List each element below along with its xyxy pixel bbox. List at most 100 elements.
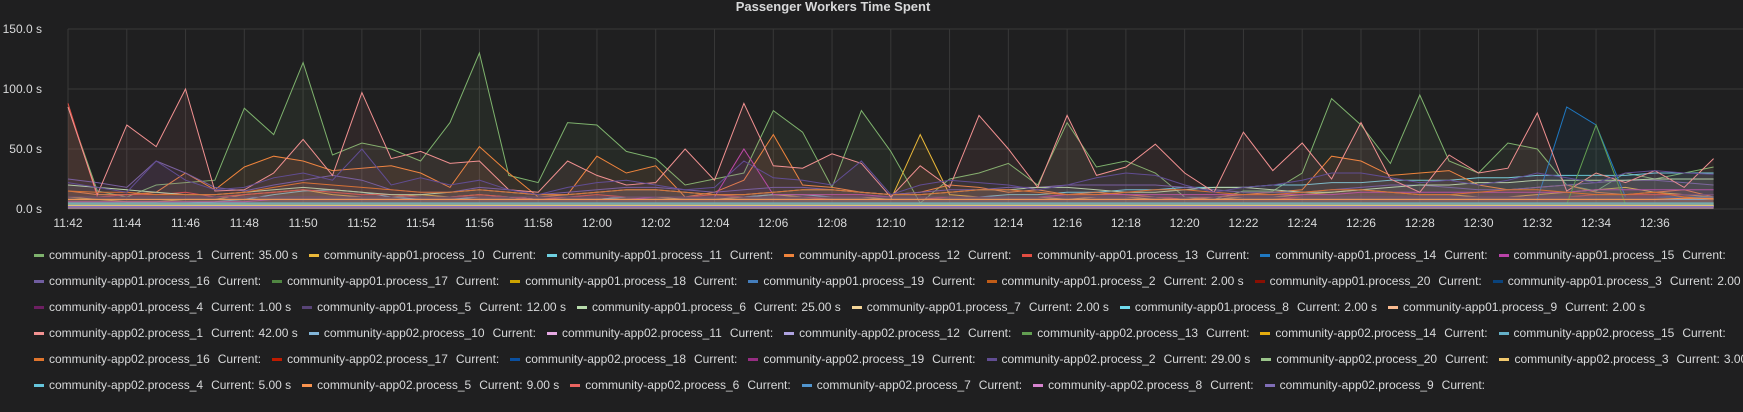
legend-series-name: community-app01.process_12	[799, 248, 960, 262]
legend-swatch	[748, 279, 759, 283]
legend-current-label: Current:	[479, 378, 523, 392]
legend-item[interactable]: community-app02.process_1 Current: 42.00 s	[34, 326, 298, 340]
legend-current-label: Current:	[729, 248, 774, 262]
legend-swatch	[748, 357, 759, 361]
legend-swatch	[34, 253, 44, 257]
legend-current-label: Current:	[932, 352, 976, 366]
legend-current-label: Current:	[492, 248, 536, 262]
legend-item[interactable]: community-app01.process_7 Current: 2.00 s	[851, 300, 1109, 314]
legend-current-label: Current:	[694, 274, 738, 288]
legend: community-app01.process_1 Current: 35.00 s…	[34, 242, 1743, 398]
legend-item[interactable]: community-app01.process_11 Current:	[546, 248, 774, 262]
legend-series-name: community-app02.process_16	[49, 352, 210, 366]
legend-series-name: community-app01.process_14	[1275, 248, 1437, 262]
legend-swatch	[576, 305, 587, 309]
legend-swatch	[34, 279, 44, 283]
legend-current-label: Current:	[217, 352, 262, 366]
legend-current-value: 2.00 s	[1717, 274, 1743, 288]
legend-item[interactable]: community-app01.process_19 Current:	[748, 274, 976, 288]
legend-item[interactable]: community-app02.process_17 Current:	[272, 352, 499, 366]
legend-item[interactable]: community-app01.process_10 Current:	[308, 248, 536, 262]
legend-item[interactable]: community-app02.process_7 Current:	[801, 378, 1022, 392]
legend-item[interactable]: community-app02.process_18 Current:	[510, 352, 737, 366]
legend-item[interactable]: community-app01.process_17 Current:	[272, 274, 499, 288]
x-tick-label: 12:32	[1522, 216, 1552, 230]
legend-swatch	[272, 279, 283, 283]
legend-item[interactable]: community-app01.process_16 Current:	[34, 274, 261, 288]
legend-item[interactable]: community-app01.process_9 Current: 2.00 s	[1388, 300, 1645, 314]
legend-series-name: community-app01.process_16	[49, 274, 210, 288]
legend-swatch	[308, 253, 319, 257]
legend-swatch	[1022, 253, 1033, 257]
y-tick-label: 0.0 s	[16, 202, 42, 216]
legend-item[interactable]: community-app02.process_15 Current:	[1498, 326, 1726, 340]
legend-current-label: Current:	[1444, 248, 1488, 262]
legend-item[interactable]: community-app02.process_8 Current:	[1033, 378, 1254, 392]
y-tick-label: 50.0 s	[9, 142, 42, 156]
legend-swatch	[34, 305, 44, 309]
legend-item[interactable]: community-app01.process_4 Current: 1.00 s	[34, 300, 291, 314]
y-tick-label: 100.0 s	[3, 82, 42, 96]
legend-series-name: community-app01.process_1	[49, 248, 204, 262]
legend-item[interactable]: community-app01.process_20 Current:	[1254, 274, 1482, 288]
x-tick-label: 11:56	[465, 216, 494, 230]
legend-current-label: Current:	[211, 378, 255, 392]
x-tick-label: 12:12	[935, 216, 965, 230]
legend-item[interactable]: community-app01.process_12 Current:	[784, 248, 1011, 262]
legend-item[interactable]: community-app02.process_19 Current:	[748, 352, 976, 366]
legend-current-label: Current:	[1682, 326, 1726, 340]
legend-swatch	[1499, 357, 1510, 361]
x-tick-label: 12:24	[1287, 216, 1317, 230]
legend-current-label: Current:	[729, 326, 774, 340]
legend-series-name: community-app01.process_11	[561, 248, 722, 262]
legend-item[interactable]: community-app02.process_14 Current:	[1260, 326, 1488, 340]
legend-current-value: 9.00 s	[526, 378, 560, 392]
legend-item[interactable]: community-app02.process_20 Current:	[1261, 352, 1488, 366]
legend-current-value: 29.00 s	[1210, 352, 1251, 366]
legend-swatch	[784, 331, 795, 335]
legend-item[interactable]: community-app01.process_5 Current: 12.00 s	[302, 300, 566, 314]
legend-item[interactable]: community-app02.process_4 Current: 5.00 s	[34, 378, 291, 392]
x-tick-label: 12:00	[582, 216, 612, 230]
legend-row: community-app02.process_16 Current: commun…	[34, 346, 1743, 372]
chart-title: Passenger Workers Time Spent	[736, 0, 931, 14]
legend-swatch	[510, 357, 521, 361]
legend-item[interactable]: community-app02.process_5 Current: 9.00 s	[302, 378, 559, 392]
legend-item[interactable]: community-app02.process_2 Current: 29.00 s	[986, 352, 1251, 366]
legend-item[interactable]: community-app02.process_16 Current:	[34, 352, 261, 366]
legend-swatch	[34, 357, 44, 361]
legend-item[interactable]: community-app02.process_13 Current:	[1022, 326, 1249, 340]
legend-item[interactable]: community-app01.process_8 Current: 2.00 s	[1119, 300, 1378, 314]
x-tick-label: 12:36	[1640, 216, 1670, 230]
legend-item[interactable]: community-app01.process_15 Current:	[1498, 248, 1726, 262]
legend-series-name: community-app01.process_15	[1513, 248, 1675, 262]
legend-item[interactable]: community-app01.process_6 Current: 25.00 s	[576, 300, 841, 314]
legend-series-name: community-app02.process_17	[287, 352, 448, 366]
legend-series-name: community-app02.process_11	[561, 326, 722, 340]
legend-item[interactable]: community-app01.process_18 Current:	[510, 274, 737, 288]
legend-current-value: 12.00 s	[526, 300, 566, 314]
x-tick-label: 12:08	[817, 216, 847, 230]
legend-item[interactable]: community-app01.process_2 Current: 2.00 s	[986, 274, 1244, 288]
legend-current-label: Current:	[1206, 326, 1250, 340]
legend-item[interactable]: community-app02.process_9 Current:	[1264, 378, 1485, 392]
legend-item[interactable]: community-app01.process_13 Current:	[1022, 248, 1249, 262]
legend-series-name: community-app02.process_5	[317, 378, 472, 392]
x-tick-label: 11:58	[524, 216, 553, 230]
legend-item[interactable]: community-app02.process_6 Current:	[570, 378, 791, 392]
legend-series-name: community-app02.process_18	[525, 352, 687, 366]
legend-item[interactable]: community-app02.process_10 Current:	[308, 326, 536, 340]
legend-item[interactable]: community-app01.process_14 Current:	[1260, 248, 1488, 262]
legend-item[interactable]: community-app02.process_12 Current:	[784, 326, 1011, 340]
legend-item[interactable]: community-app02.process_3 Current:3.00 s	[1499, 352, 1743, 366]
legend-series-name: community-app02.process_6	[585, 378, 740, 392]
legend-swatch	[1498, 253, 1509, 257]
legend-current-value: 2.00 s	[1344, 300, 1378, 314]
legend-item[interactable]: community-app01.process_1 Current: 35.00 s	[34, 248, 298, 262]
x-tick-label: 11:48	[230, 216, 259, 230]
legend-current-value: 2.00 s	[1612, 300, 1646, 314]
legend-swatch	[510, 279, 521, 283]
legend-item[interactable]: community-app02.process_11 Current:	[546, 326, 774, 340]
legend-series-name: community-app02.process_9	[1279, 378, 1434, 392]
legend-item[interactable]: community-app01.process_3 Current:2.00 s	[1492, 274, 1743, 288]
